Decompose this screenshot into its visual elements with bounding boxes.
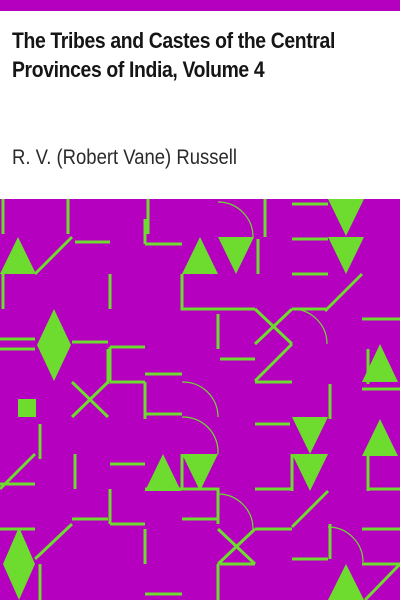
cover-pattern [0, 199, 400, 600]
pattern-graphic [0, 199, 400, 600]
book-author: R. V. (Robert Vane) Russell [12, 146, 237, 169]
book-title: The Tribes and Castes of the Central Pro… [12, 28, 335, 82]
top-color-bar [0, 0, 400, 11]
